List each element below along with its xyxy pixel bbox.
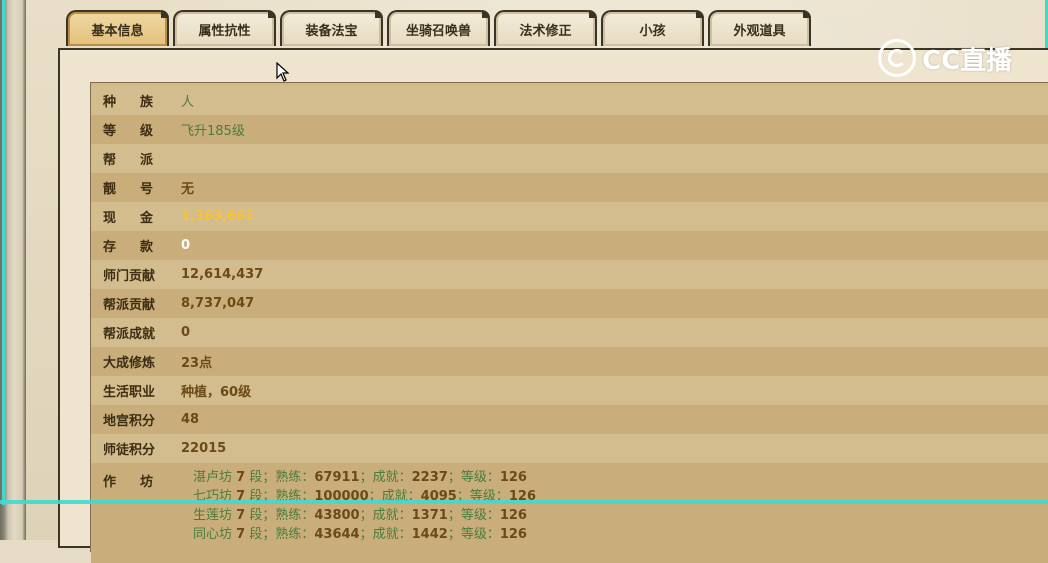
workshop-line: 同心坊 7 段；熟练：43644；成就：1442；等级：126 <box>193 525 536 544</box>
workshop-ach-label: ；成就： <box>359 508 412 523</box>
info-row: 师徒积分 22015 <box>91 434 1048 463</box>
info-label: 靓号 <box>103 182 178 197</box>
workshop-line: 湛卢坊 7 段；熟练：67911；成就：2237；等级：126 <box>193 468 536 487</box>
info-value: 0 <box>181 238 191 253</box>
tab-4[interactable]: 法术修正 <box>494 10 597 46</box>
workshop-seg-unit: 段； <box>249 508 276 523</box>
workshop-lvl: 126 <box>499 470 527 485</box>
workshop-skill-label: 熟练： <box>275 508 315 523</box>
info-value: 无 <box>181 182 195 197</box>
info-label: 种族 <box>103 95 178 110</box>
workshop-section: 作坊 湛卢坊 7 段；熟练：67911；成就：2237；等级：126 七巧坊 7 … <box>91 463 1048 563</box>
workshop-ach: 1371 <box>411 508 448 523</box>
tab-bar: 基本信息 属性抗性 装备法宝 坐骑召唤兽 法术修正 小孩 外观道具 <box>66 10 811 48</box>
info-row: 存款 0 <box>91 231 1048 260</box>
info-label: 帮派 <box>103 153 178 168</box>
workshop-label: 作坊 <box>103 475 178 490</box>
info-value: 48 <box>181 412 200 427</box>
info-row: 等级 飞升185级 <box>91 115 1048 144</box>
workshop-lvl-label: ；等级： <box>447 508 500 523</box>
info-row: 帮派贡献 8,737,047 <box>91 289 1048 318</box>
tab-6[interactable]: 外观道具 <box>708 10 811 46</box>
info-value: 种植，60级 <box>181 385 252 400</box>
info-label: 大成修炼 <box>103 356 156 371</box>
info-row: 现金 1,363,661 <box>91 202 1048 231</box>
info-row: 帮派 <box>91 144 1048 173</box>
workshop-seg: 7 <box>236 470 246 485</box>
info-label: 帮派贡献 <box>103 298 156 313</box>
basic-info-table: 师徒积分 22015 地宫积分 48 生活职业 种植，60级 大成修炼 23点 帮派成就 0 帮派贡… <box>90 82 1048 563</box>
info-label: 存款 <box>103 240 178 255</box>
workshop-seg-unit: 段； <box>249 470 276 485</box>
workshop-ach: 2237 <box>411 470 448 485</box>
workshop-name: 湛卢坊 <box>193 470 233 485</box>
info-row: 大成修炼 23点 <box>91 347 1048 376</box>
info-label: 现金 <box>103 211 178 226</box>
workshop-list: 湛卢坊 7 段；熟练：67911；成就：2237；等级：126 七巧坊 7 段；熟… <box>193 468 536 544</box>
info-value: 22015 <box>181 441 227 456</box>
info-value: 0 <box>181 325 191 340</box>
cc-logo-icon <box>878 39 916 77</box>
info-row: 靓号无 <box>91 173 1048 202</box>
info-label: 师徒积分 <box>103 443 156 458</box>
workshop-ach-label: ；成就： <box>359 470 412 485</box>
info-value: 1,363,661 <box>181 209 255 224</box>
info-value: 8,737,047 <box>181 296 255 311</box>
workshop-skill: 67911 <box>314 470 360 485</box>
workshop-skill: 43800 <box>314 508 360 523</box>
info-value: 人 <box>181 95 195 110</box>
workshop-lvl-label: ；等级： <box>447 470 500 485</box>
tab-3[interactable]: 坐骑召唤兽 <box>387 10 490 46</box>
info-row: 帮派成就 0 <box>91 318 1048 347</box>
info-label: 师门贡献 <box>103 269 156 284</box>
capture-border-bottom <box>0 500 1048 504</box>
workshop-lvl: 126 <box>499 508 527 523</box>
info-row: 种族人 <box>91 86 1048 115</box>
info-value: 23点 <box>181 356 213 371</box>
watermark-text: CC直播 <box>922 45 1013 76</box>
info-label: 生活职业 <box>103 385 156 400</box>
tab-1[interactable]: 属性抗性 <box>173 10 276 46</box>
mouse-cursor-icon <box>276 62 290 82</box>
info-row: 地宫积分 48 <box>91 405 1048 434</box>
info-value: 12,614,437 <box>181 267 264 282</box>
info-label: 地宫积分 <box>103 414 156 429</box>
info-row: 师门贡献 12,614,437 <box>91 260 1048 289</box>
info-label: 等级 <box>103 124 178 139</box>
info-value: 飞升185级 <box>181 124 245 139</box>
tab-5[interactable]: 小孩 <box>601 10 704 46</box>
capture-border-left <box>2 0 5 505</box>
tab-0[interactable]: 基本信息 <box>66 10 169 46</box>
tab-2[interactable]: 装备法宝 <box>280 10 383 46</box>
cc-watermark: CC直播 <box>878 38 1018 78</box>
workshop-seg: 7 <box>236 508 246 523</box>
workshop-skill-label: 熟练： <box>275 470 315 485</box>
workshop-name: 生莲坊 <box>193 508 233 523</box>
info-label: 帮派成就 <box>103 327 156 342</box>
workshop-line: 生莲坊 7 段；熟练：43800；成就：1371；等级：126 <box>193 506 536 525</box>
info-row: 生活职业 种植，60级 <box>91 376 1048 405</box>
